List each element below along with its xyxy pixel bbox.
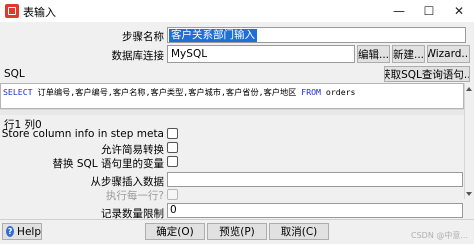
get-sql-button[interactable]: 获取SQL查询语句... — [384, 66, 470, 82]
replace-variables-label: 替换 SQL 语句里的变量 — [52, 158, 164, 170]
preview-button[interactable]: 预览(P) — [207, 223, 267, 240]
close-button[interactable]: ✕ — [444, 0, 474, 22]
lazy-conversion-label: 允许简易转换 — [101, 144, 164, 156]
limit-value: 0 — [170, 204, 177, 216]
window-title: 表输入 — [23, 6, 56, 19]
scroll-up-icon[interactable] — [466, 87, 472, 91]
store-column-info-checkbox[interactable] — [167, 128, 178, 139]
lazy-conversion-checkbox[interactable] — [167, 142, 178, 153]
help-label: Help — [17, 225, 41, 238]
wizard-button[interactable]: Wizard... — [427, 45, 470, 63]
step-name-label: 步骤名称 — [122, 31, 164, 43]
execute-each-row-checkbox[interactable] — [167, 189, 178, 200]
edit-connection-button[interactable]: 编辑... — [357, 45, 390, 63]
connection-label: 数据库连接 — [111, 50, 165, 62]
replace-variables-checkbox[interactable] — [167, 156, 178, 167]
scroll-down-icon[interactable] — [466, 192, 472, 196]
execute-each-row-label: 执行每一行? — [105, 190, 164, 202]
maximize-button[interactable]: ☐ — [414, 0, 444, 22]
sql-label: SQL — [4, 68, 25, 80]
limit-input[interactable]: 0 — [167, 203, 463, 218]
watermark-text: CSDN @中意... — [411, 231, 468, 240]
table-input-icon — [5, 4, 19, 18]
sql-table: orders — [320, 87, 356, 97]
step-name-input[interactable]: 客户关系部门输入 — [167, 27, 466, 43]
insert-from-step-label: 从步骤插入数据 — [90, 176, 165, 188]
connection-select[interactable]: MySQL — [167, 45, 355, 63]
ok-button[interactable]: 确定(O) — [145, 223, 205, 240]
connection-value: MySQL — [171, 48, 208, 60]
new-connection-button[interactable]: 新建... — [392, 45, 425, 63]
sql-columns: 订单编号,客户编号,客户名称,客户类型,客户城市,客户省份,客户地区 — [32, 87, 302, 97]
cancel-button[interactable]: 取消(C) — [269, 223, 329, 240]
minimize-button[interactable]: — — [384, 0, 414, 22]
sql-horizontal-scrollbar[interactable] — [0, 109, 464, 115]
footer-divider — [0, 219, 474, 220]
step-name-value: 客户关系部门输入 — [169, 29, 257, 42]
vertical-scrollbar[interactable] — [464, 83, 474, 199]
help-button[interactable]: ? Help — [2, 223, 42, 240]
insert-from-step-select[interactable] — [167, 172, 463, 187]
sql-select-keyword: SELECT — [3, 87, 33, 97]
sql-statement: SELECT 订单编号,客户编号,客户名称,客户类型,客户城市,客户省份,客户地… — [3, 86, 356, 98]
store-column-info-label: Store column info in step meta — [1, 128, 164, 140]
help-icon: ? — [6, 226, 15, 237]
sql-from-keyword: FROM — [301, 87, 321, 97]
